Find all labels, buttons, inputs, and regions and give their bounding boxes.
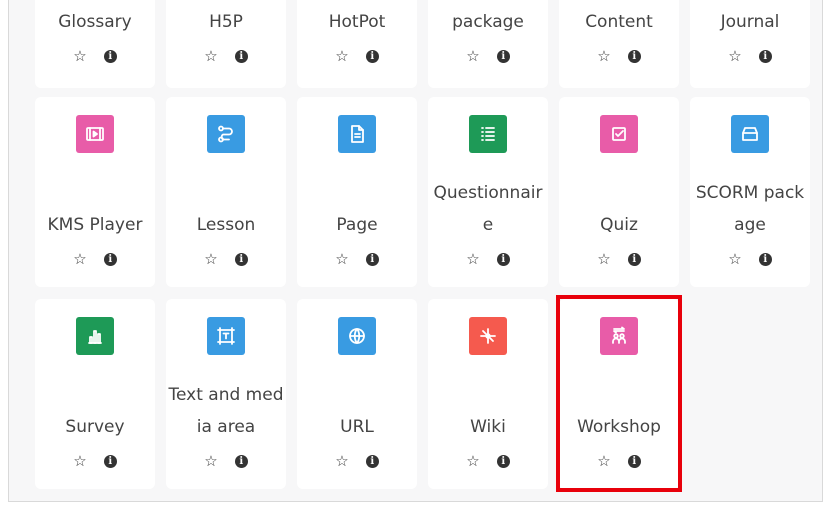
star-icon[interactable]: ☆ <box>597 48 610 64</box>
activity-card-h5p[interactable]: H5P ☆ i <box>166 0 286 88</box>
activity-card-journal[interactable]: Journal ☆ i <box>690 0 810 88</box>
info-icon[interactable]: i <box>627 252 641 266</box>
info-icon[interactable]: i <box>365 252 379 266</box>
star-icon[interactable]: ☆ <box>73 453 86 469</box>
star-icon[interactable]: ☆ <box>204 251 217 267</box>
star-icon[interactable]: ☆ <box>597 453 610 469</box>
globe-icon <box>338 317 376 355</box>
activity-label: Questionnaire <box>433 183 543 235</box>
info-icon[interactable]: i <box>496 454 510 468</box>
star-icon[interactable]: ☆ <box>728 251 741 267</box>
activity-card-wiki[interactable]: Wiki ☆ i <box>428 299 548 489</box>
activity-label: Glossary <box>58 12 132 32</box>
info-icon[interactable]: i <box>234 454 248 468</box>
activity-card-content[interactable]: Content ☆ i <box>559 0 679 88</box>
activity-card-hotpot[interactable]: HotPot ☆ i <box>297 0 417 88</box>
activity-card-text-and-media-area[interactable]: Text and media area ☆ i <box>166 299 286 489</box>
star-icon[interactable]: ☆ <box>466 453 479 469</box>
activity-label: package <box>452 12 524 32</box>
list-icon <box>469 115 507 153</box>
info-icon[interactable]: i <box>496 252 510 266</box>
info-icon[interactable]: i <box>627 49 641 63</box>
activity-label: Journal <box>720 12 780 32</box>
star-icon[interactable]: ☆ <box>335 48 348 64</box>
info-icon[interactable]: i <box>496 49 510 63</box>
checkbox-icon <box>600 115 638 153</box>
info-icon[interactable]: i <box>758 252 772 266</box>
text-frame-icon <box>207 317 245 355</box>
activity-label: Lesson <box>196 215 256 235</box>
activity-card-questionnaire[interactable]: Questionnaire ☆ i <box>428 97 548 287</box>
info-icon[interactable]: i <box>103 454 117 468</box>
activity-label: Quiz <box>600 215 638 235</box>
activity-card-survey[interactable]: Survey ☆ i <box>35 299 155 489</box>
people-exchange-icon <box>600 317 638 355</box>
activity-card-kms-player[interactable]: KMS Player ☆ i <box>35 97 155 287</box>
info-icon[interactable]: i <box>365 454 379 468</box>
box-icon <box>731 115 769 153</box>
activity-card-page[interactable]: Page ☆ i <box>297 97 417 287</box>
document-icon <box>338 115 376 153</box>
info-icon[interactable]: i <box>103 252 117 266</box>
activity-label: URL <box>340 417 374 437</box>
info-icon[interactable]: i <box>365 49 379 63</box>
network-icon <box>469 317 507 355</box>
star-icon[interactable]: ☆ <box>466 251 479 267</box>
activity-card-quiz[interactable]: Quiz ☆ i <box>559 97 679 287</box>
activity-card-scorm-package[interactable]: SCORM package ☆ i <box>690 97 810 287</box>
info-icon[interactable]: i <box>627 454 641 468</box>
activity-label: Wiki <box>470 417 506 437</box>
info-icon[interactable]: i <box>234 252 248 266</box>
activity-label: H5P <box>209 12 243 32</box>
activity-card-workshop[interactable]: Workshop ☆ i <box>559 299 679 489</box>
star-icon[interactable]: ☆ <box>204 48 217 64</box>
activity-label: SCORM package <box>695 183 805 235</box>
info-icon[interactable]: i <box>103 49 117 63</box>
activity-label: KMS Player <box>47 215 143 235</box>
video-icon <box>76 115 114 153</box>
path-icon <box>207 115 245 153</box>
activity-card-glossary[interactable]: Glossary ☆ i <box>35 0 155 88</box>
star-icon[interactable]: ☆ <box>73 48 86 64</box>
bar-chart-icon <box>76 317 114 355</box>
star-icon[interactable]: ☆ <box>335 251 348 267</box>
activity-label: HotPot <box>328 12 386 32</box>
star-icon[interactable]: ☆ <box>204 453 217 469</box>
info-icon[interactable]: i <box>234 49 248 63</box>
activity-card-lesson[interactable]: Lesson ☆ i <box>166 97 286 287</box>
activity-label: Page <box>336 215 378 235</box>
star-icon[interactable]: ☆ <box>728 48 741 64</box>
activity-chooser-grid: Glossary ☆ i H5P ☆ i HotPot ☆ i package … <box>8 0 823 502</box>
activity-label: Content <box>585 12 653 32</box>
info-icon[interactable]: i <box>758 49 772 63</box>
activity-card-package[interactable]: package ☆ i <box>428 0 548 88</box>
star-icon[interactable]: ☆ <box>466 48 479 64</box>
activity-label: Workshop <box>577 417 661 437</box>
star-icon[interactable]: ☆ <box>597 251 610 267</box>
activity-card-url[interactable]: URL ☆ i <box>297 299 417 489</box>
activity-label: Survey <box>65 417 125 437</box>
star-icon[interactable]: ☆ <box>335 453 348 469</box>
activity-label: Text and media area <box>168 385 284 437</box>
star-icon[interactable]: ☆ <box>73 251 86 267</box>
